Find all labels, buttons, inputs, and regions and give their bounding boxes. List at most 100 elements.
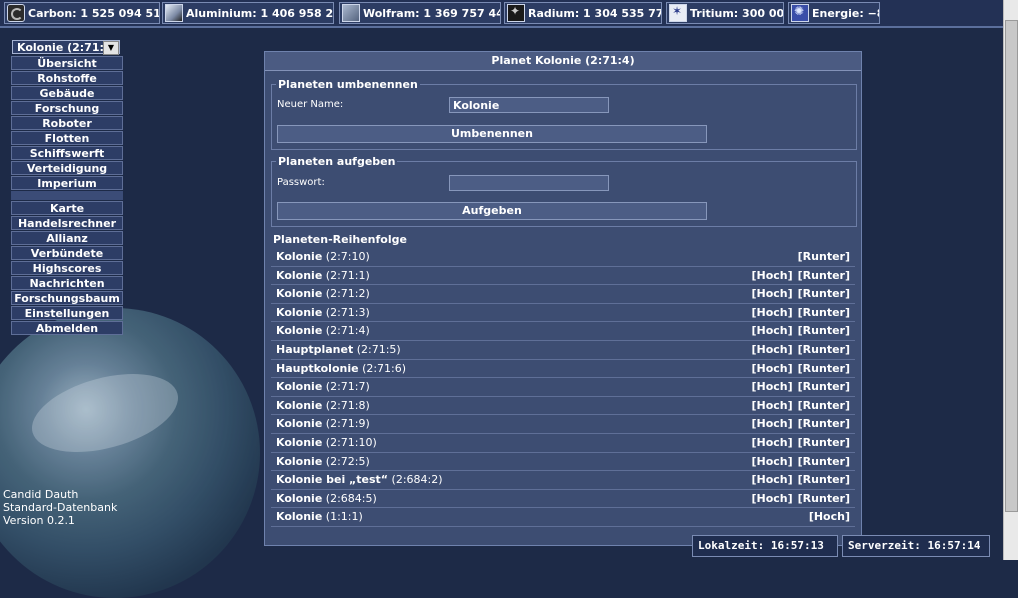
new-name-label: Neuer Name: [277, 99, 344, 110]
resource-tritium[interactable]: Tritium: 300 000 [666, 2, 784, 24]
carbon-icon [7, 4, 25, 22]
menu-item-allianz[interactable]: Allianz [11, 231, 123, 245]
move-down-link[interactable]: [Runter] [798, 436, 850, 449]
resource-aluminium-label: Aluminium: 1 406 958 202 [186, 6, 334, 20]
new-name-input[interactable]: Kolonie [449, 97, 609, 113]
menu-item-uebersicht[interactable]: Übersicht [11, 56, 123, 70]
menu-item-forschung[interactable]: Forschung [11, 101, 123, 115]
move-up-link[interactable]: [Hoch] [751, 473, 792, 486]
move-up-link[interactable]: [Hoch] [751, 362, 792, 375]
resource-aluminium[interactable]: Aluminium: 1 406 958 202 [162, 2, 334, 24]
planet-select-value: Kolonie (2:71:4) [17, 41, 117, 54]
scrollbar-thumb[interactable] [1005, 20, 1018, 512]
planet-coordinates: (2:71:5) [356, 342, 401, 356]
menu-item-imperium[interactable]: Imperium [11, 176, 123, 190]
move-down-link[interactable]: [Runter] [798, 250, 850, 263]
move-down-link[interactable]: [Runter] [798, 306, 850, 319]
move-up-link[interactable]: [Hoch] [751, 306, 792, 319]
move-down-link[interactable]: [Runter] [798, 287, 850, 300]
menu-item-gebaeude[interactable]: Gebäude [11, 86, 123, 100]
move-down-link[interactable]: [Runter] [798, 324, 850, 337]
resource-wolfram-label: Wolfram: 1 369 757 444 [363, 6, 501, 20]
table-row: Kolonie (2:684:5) [Hoch] [Runter] [271, 489, 855, 509]
energie-icon [791, 4, 809, 22]
move-down-link[interactable]: [Runter] [798, 455, 850, 468]
table-row: Kolonie (2:7:10) [Runter] [271, 248, 855, 267]
wolfram-icon [342, 4, 360, 22]
planet-name: Kolonie [276, 380, 323, 394]
planet-coordinates: (2:71:9) [325, 417, 370, 431]
planet-coordinates: (2:71:2) [325, 287, 370, 301]
move-down-link[interactable]: [Runter] [798, 362, 850, 375]
menu-item-forschungsbaum[interactable]: Forschungsbaum [11, 291, 123, 305]
move-up-link[interactable]: [Hoch] [751, 436, 792, 449]
move-up-link[interactable]: [Hoch] [809, 510, 850, 523]
move-down-link[interactable]: [Runter] [798, 269, 850, 282]
server-time: Serverzeit: 16:57:14 [842, 535, 990, 557]
row-actions: [Hoch] [Runter] [746, 397, 850, 415]
move-down-link[interactable]: [Runter] [798, 473, 850, 486]
move-up-link[interactable]: [Hoch] [751, 287, 792, 300]
row-actions: [Hoch] [804, 508, 850, 526]
planet-coordinates: (2:684:2) [391, 473, 443, 487]
menu-item-verteidigung[interactable]: Verteidigung [11, 161, 123, 175]
footer-version: Version 0.2.1 [3, 514, 75, 527]
resource-energie[interactable]: Energie: −8 [788, 2, 880, 24]
menu-separator [11, 191, 123, 200]
password-label: Passwort: [277, 177, 325, 188]
move-up-link[interactable]: [Hoch] [751, 269, 792, 282]
menu-item-rohstoffe[interactable]: Rohstoffe [11, 71, 123, 85]
menu-item-flotten[interactable]: Flotten [11, 131, 123, 145]
menu-item-schiffswerft[interactable]: Schiffswerft [11, 146, 123, 160]
table-row: Hauptkolonie (2:71:6) [Hoch] [Runter] [271, 359, 855, 379]
menu-item-abmelden[interactable]: Abmelden [11, 321, 123, 335]
move-down-link[interactable]: [Runter] [798, 417, 850, 430]
rename-button[interactable]: Umbenennen [277, 125, 707, 143]
menu-item-karte[interactable]: Karte [11, 201, 123, 215]
table-row: Kolonie (2:71:1) [Hoch] [Runter] [271, 266, 855, 286]
password-input[interactable] [449, 175, 609, 191]
row-actions: [Hoch] [Runter] [746, 490, 850, 508]
radium-icon [507, 4, 525, 22]
row-actions: [Hoch] [Runter] [746, 341, 850, 359]
menu-item-roboter[interactable]: Roboter [11, 116, 123, 130]
abandon-legend: Planeten aufgeben [278, 155, 396, 168]
menu-item-verbuendete[interactable]: Verbündete [11, 246, 123, 260]
menu-item-highscores[interactable]: Highscores [11, 261, 123, 275]
main-menu: Übersicht Rohstoffe Gebäude Forschung Ro… [11, 56, 123, 336]
footer-info: Candid Dauth Standard-Datenbank Version … [3, 488, 117, 527]
resource-radium[interactable]: Radium: 1 304 535 776 [504, 2, 662, 24]
planet-coordinates: (2:71:6) [362, 361, 407, 375]
abandon-button[interactable]: Aufgeben [277, 202, 707, 220]
planet-name: Kolonie [276, 454, 323, 468]
chevron-down-icon[interactable]: ▼ [103, 41, 119, 55]
move-up-link[interactable]: [Hoch] [751, 399, 792, 412]
table-row: Hauptplanet (2:71:5) [Hoch] [Runter] [271, 340, 855, 360]
aluminium-icon [165, 4, 183, 22]
planet-name: Kolonie [276, 435, 323, 449]
order-legend: Planeten-Reihenfolge [273, 233, 407, 246]
resource-wolfram[interactable]: Wolfram: 1 369 757 444 [339, 2, 501, 24]
planet-name: Kolonie [276, 287, 323, 301]
vertical-scrollbar[interactable] [1003, 0, 1018, 560]
planet-order-list: Kolonie (2:7:10) [Runter] Kolonie (2:71:1)… [271, 248, 855, 527]
move-up-link[interactable]: [Hoch] [751, 324, 792, 337]
resource-carbon[interactable]: Carbon: 1 525 094 515 [4, 2, 160, 24]
move-down-link[interactable]: [Runter] [798, 343, 850, 356]
planet-coordinates: (2:7:10) [325, 250, 370, 263]
move-down-link[interactable]: [Runter] [798, 492, 850, 505]
move-up-link[interactable]: [Hoch] [751, 380, 792, 393]
row-actions: [Hoch] [Runter] [746, 360, 850, 378]
move-down-link[interactable]: [Runter] [798, 380, 850, 393]
planet-select[interactable]: Kolonie (2:71:4) ▼ [12, 40, 120, 55]
move-up-link[interactable]: [Hoch] [751, 417, 792, 430]
menu-item-handelsrechner[interactable]: Handelsrechner [11, 216, 123, 230]
move-up-link[interactable]: [Hoch] [751, 492, 792, 505]
menu-item-einstellungen[interactable]: Einstellungen [11, 306, 123, 320]
move-up-link[interactable]: [Hoch] [751, 455, 792, 468]
table-row: Kolonie (2:71:9) [Hoch] [Runter] [271, 415, 855, 434]
planet-name: Kolonie [276, 324, 323, 338]
menu-item-nachrichten[interactable]: Nachrichten [11, 276, 123, 290]
move-down-link[interactable]: [Runter] [798, 399, 850, 412]
move-up-link[interactable]: [Hoch] [751, 343, 792, 356]
